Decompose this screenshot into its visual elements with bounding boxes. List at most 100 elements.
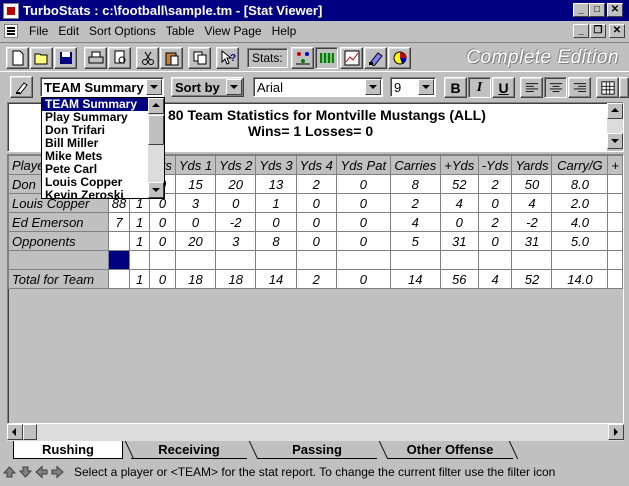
stat-cell[interactable]	[477, 250, 513, 270]
stat-cell[interactable]: 7	[107, 212, 131, 232]
dropdown-option[interactable]: Bill Miller	[42, 137, 148, 150]
stat-cell[interactable]: 56	[439, 269, 479, 289]
stat-cell[interactable]: 0	[335, 174, 391, 194]
header-scroll-up-icon[interactable]	[607, 103, 623, 119]
context-help-button[interactable]: ?	[216, 47, 239, 69]
child-close-button[interactable]: ✕	[609, 24, 625, 38]
title-bar[interactable]: TurboStats : c:\football\sample.tm - [St…	[0, 0, 629, 21]
col-header[interactable]: -Yds	[477, 155, 513, 175]
scroll-left-icon[interactable]	[7, 424, 23, 440]
stat-cell[interactable]: 0	[335, 212, 391, 232]
stat-cell[interactable]: 0	[335, 193, 391, 213]
document-icon[interactable]	[4, 24, 18, 38]
table-row[interactable]: Ed Emerson 7 1 0 0 -2 0 0 0 4 0 2 -2 4.0	[8, 212, 623, 232]
font-size-select[interactable]: 9	[390, 77, 436, 97]
font-size-arrow[interactable]	[418, 79, 434, 95]
print-preview-button[interactable]	[108, 47, 131, 69]
stat-cell[interactable]: 0	[295, 212, 337, 232]
stat-cell[interactable]: 14	[389, 269, 441, 289]
bold-button[interactable]: B	[444, 77, 467, 98]
stat-cell[interactable]: 0	[255, 212, 297, 232]
col-header[interactable]: Yds Pat	[335, 155, 391, 175]
tab-rushing[interactable]: Rushing	[13, 441, 123, 459]
stat-cell[interactable]: 4	[389, 212, 441, 232]
stat-cell[interactable]: 3	[174, 193, 217, 213]
dropdown-scroll-down-icon[interactable]	[148, 182, 164, 198]
filter-button[interactable]	[364, 47, 387, 69]
col-header[interactable]: Yds 2	[215, 155, 257, 175]
new-file-button[interactable]	[6, 47, 29, 69]
nav-left-icon[interactable]	[35, 465, 48, 479]
player-name-cell[interactable]: Opponents	[8, 231, 109, 251]
stat-cell[interactable]: -2	[215, 212, 257, 232]
close-button[interactable]: ✕	[607, 3, 623, 17]
nav-down-icon[interactable]	[18, 465, 33, 479]
stat-cell[interactable]	[607, 231, 623, 251]
stat-cell[interactable]: 2	[389, 193, 441, 213]
report-select[interactable]: TEAM Summary	[40, 77, 164, 97]
dropdown-scroll-thumb[interactable]	[148, 115, 164, 145]
font-select[interactable]: Arial	[253, 77, 383, 97]
header-scrollbar[interactable]	[607, 103, 623, 151]
stat-cell[interactable]: 8	[389, 174, 441, 194]
dropdown-option[interactable]: Louis Copper	[42, 176, 148, 189]
dropdown-scroll-up-icon[interactable]	[148, 98, 164, 114]
chart-stats-button[interactable]	[340, 47, 363, 69]
stat-cell[interactable]	[255, 250, 297, 270]
stat-cell[interactable]: 4	[511, 193, 553, 213]
stat-cell[interactable]: 14.0	[551, 269, 609, 289]
sort-select-arrow[interactable]	[226, 79, 242, 95]
stat-cell[interactable]	[389, 250, 441, 270]
col-header[interactable]: +	[607, 155, 623, 175]
stat-cell[interactable]: 8	[255, 231, 297, 251]
dropdown-option[interactable]: Kevin Zeroski	[42, 189, 148, 202]
stat-cell[interactable]: 13	[255, 174, 297, 194]
col-header[interactable]: Yds 4	[295, 155, 337, 175]
italic-button[interactable]: I	[468, 77, 491, 98]
child-restore-button[interactable]: ❐	[590, 24, 606, 38]
print-button[interactable]	[84, 47, 107, 69]
col-header[interactable]: Carry/G	[551, 155, 609, 175]
stat-cell[interactable]: 0	[174, 212, 217, 232]
menu-view-page[interactable]: View Page	[199, 24, 266, 38]
report-dropdown-list[interactable]: TEAM Summary Play Summary Don Trifari Bill …	[41, 97, 165, 202]
sort-select[interactable]: Sort by	[171, 77, 244, 97]
tab-other-offense[interactable]: Other Offense	[387, 441, 513, 459]
stat-cell[interactable]: 0	[295, 231, 337, 251]
stat-cell[interactable]: 1	[129, 269, 151, 289]
stat-cell[interactable]: 2	[295, 174, 337, 194]
player-name-cell[interactable]	[8, 250, 109, 270]
stat-cell[interactable]: -2	[511, 212, 553, 232]
stat-cell[interactable]: 8.0	[551, 174, 609, 194]
child-minimize-button[interactable]: _	[573, 24, 589, 38]
stat-cell[interactable]	[511, 250, 553, 270]
stat-cell[interactable]: 4	[439, 193, 479, 213]
col-header[interactable]: Yds 1	[174, 155, 217, 175]
underline-button[interactable]: U	[492, 77, 515, 98]
dropdown-option[interactable]: TEAM Summary	[42, 98, 148, 111]
report-select-arrow[interactable]	[146, 79, 162, 95]
font-select-arrow[interactable]	[365, 79, 381, 95]
stat-cell[interactable]: 4	[477, 269, 513, 289]
stat-cell[interactable]	[607, 193, 623, 213]
stat-cell[interactable]: 2	[477, 212, 513, 232]
col-header[interactable]: Carries	[389, 155, 441, 175]
stat-cell[interactable]: 0	[335, 269, 391, 289]
stat-cell[interactable]	[107, 269, 131, 289]
dropdown-option[interactable]: Mike Mets	[42, 150, 148, 163]
stat-cell[interactable]: 2	[295, 269, 337, 289]
player-name-cell[interactable]: Total for Team	[8, 269, 109, 289]
stat-cell[interactable]	[607, 212, 623, 232]
table-row[interactable]: Opponents 1 0 20 3 8 0 0 5 31 0 31 5.0	[8, 231, 623, 251]
stat-cell[interactable]: 0	[149, 269, 176, 289]
dropdown-scrollbar[interactable]	[148, 98, 164, 198]
stat-cell[interactable]	[295, 250, 337, 270]
maximize-button[interactable]: □	[589, 3, 605, 17]
stat-cell[interactable]: 0	[335, 231, 391, 251]
menu-sort-options[interactable]: Sort Options	[84, 24, 161, 38]
cut-button[interactable]	[136, 47, 159, 69]
menu-table[interactable]: Table	[161, 24, 200, 38]
tab-passing[interactable]: Passing	[257, 441, 377, 459]
scroll-right-icon[interactable]	[608, 424, 624, 440]
pie-chart-button[interactable]	[388, 47, 411, 69]
